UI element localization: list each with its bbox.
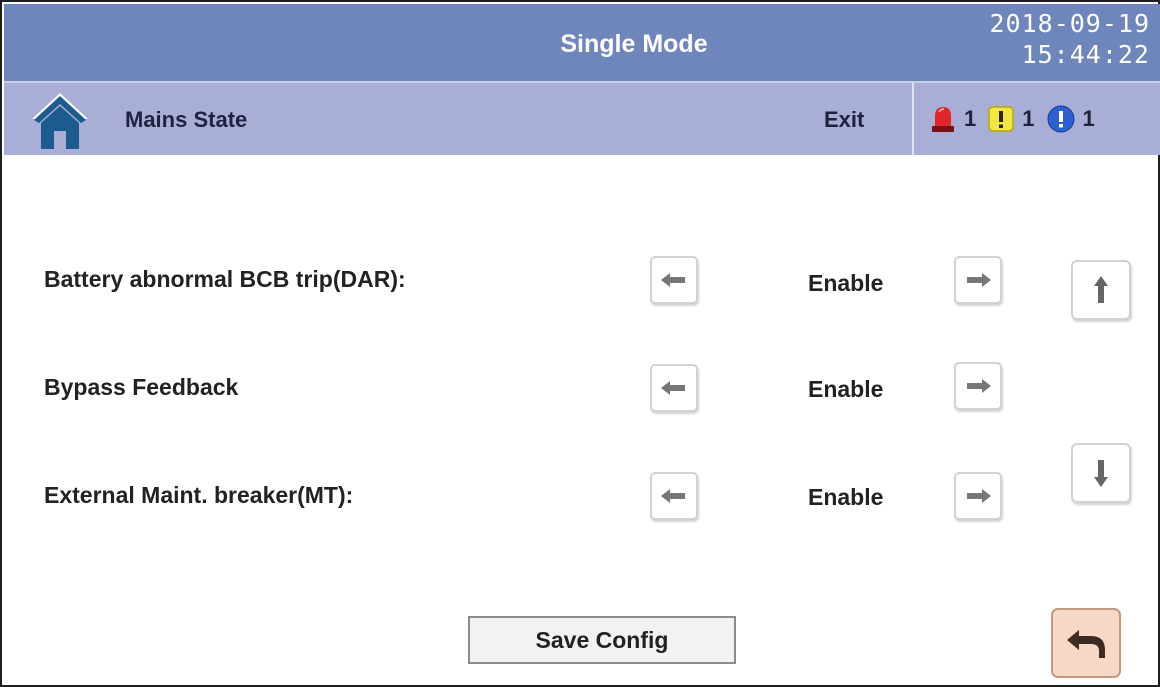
arrow-right-icon <box>967 273 991 287</box>
scroll-down-button[interactable] <box>1071 443 1131 503</box>
nav-bar: Mains State Exit 1 1 1 <box>4 81 1160 155</box>
date-text: 2018-09-19 <box>989 9 1150 38</box>
decrease-bypass-feedback-button[interactable] <box>650 364 698 412</box>
setting-value-maint-breaker: Enable <box>808 484 884 510</box>
datetime: 2018-09-19 15:44:22 <box>989 8 1150 70</box>
warning-icon <box>988 106 1014 132</box>
alarm-critical[interactable]: 1 <box>930 105 976 133</box>
alarm-warning[interactable]: 1 <box>988 106 1035 132</box>
increase-bypass-feedback-button[interactable] <box>954 362 1002 410</box>
setting-label-bcb-trip: Battery abnormal BCB trip(DAR): <box>44 266 406 292</box>
nav-divider <box>912 83 914 155</box>
setting-label-maint-breaker: External Maint. breaker(MT): <box>44 482 354 508</box>
page-title: Mains State <box>125 107 248 132</box>
alarm-info-count: 1 <box>1082 106 1095 131</box>
arrow-left-icon <box>661 381 685 395</box>
screen-frame: Single Mode 2018-09-19 15:44:22 Mains St… <box>0 0 1160 687</box>
alarm-critical-count: 1 <box>964 106 977 131</box>
increase-bcb-trip-button[interactable] <box>954 256 1002 304</box>
setting-label-bypass-feedback: Bypass Feedback <box>44 374 239 400</box>
arrow-up-icon <box>1094 276 1108 303</box>
arrow-right-icon <box>967 489 991 503</box>
scroll-up-button[interactable] <box>1071 260 1131 320</box>
arrow-down-icon <box>1094 460 1108 487</box>
return-icon <box>1067 630 1105 658</box>
title-bar: Single Mode 2018-09-19 15:44:22 <box>4 4 1160 81</box>
arrow-right-icon <box>967 379 991 393</box>
siren-icon <box>932 107 954 132</box>
decrease-maint-breaker-button[interactable] <box>650 472 698 520</box>
decrease-bcb-trip-button[interactable] <box>650 256 698 304</box>
back-button[interactable] <box>1051 608 1121 678</box>
alarm-summary: 1 1 1 <box>930 83 1107 155</box>
setting-value-bcb-trip: Enable <box>808 270 884 296</box>
exit-button[interactable]: Exit <box>824 83 864 157</box>
setting-value-bypass-feedback: Enable <box>808 376 884 402</box>
alarm-info[interactable]: 1 <box>1047 105 1095 133</box>
arrow-left-icon <box>661 489 685 503</box>
time-text: 15:44:22 <box>1021 40 1150 69</box>
save-config-button[interactable]: Save Config <box>468 616 736 664</box>
info-icon <box>1047 105 1074 133</box>
increase-maint-breaker-button[interactable] <box>954 472 1002 520</box>
mode-title: Single Mode <box>560 30 708 58</box>
alarm-warning-count: 1 <box>1022 106 1035 131</box>
home-icon[interactable] <box>30 89 90 149</box>
arrow-left-icon <box>661 273 685 287</box>
